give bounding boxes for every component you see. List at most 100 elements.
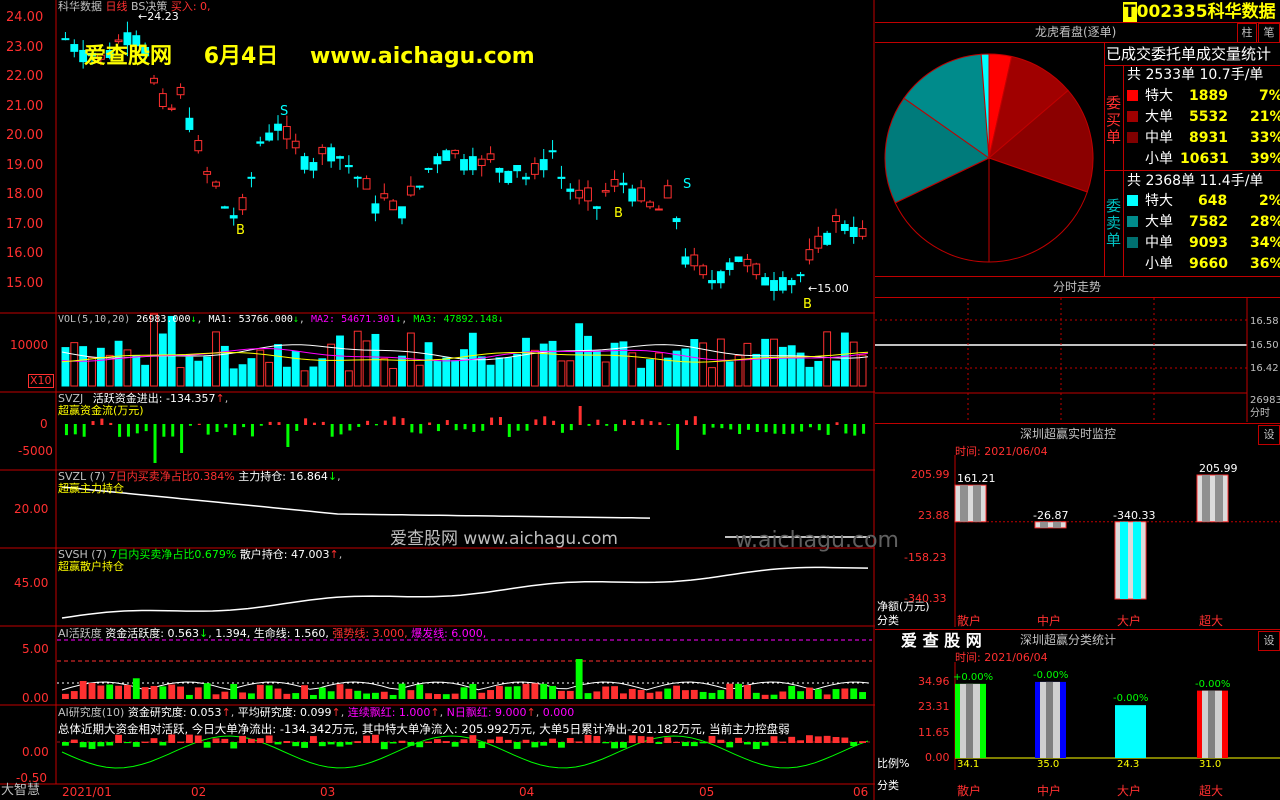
legend-swatch [1127,90,1138,101]
volume-bar [265,361,274,387]
fund-flow-bar [401,418,405,425]
ai-research-cont: 连续飘红: 1.000 [347,706,431,719]
fund-flow-bar [171,424,175,437]
volume-bar [353,330,362,387]
research-bar [336,742,344,747]
research-bar [97,742,105,747]
candle-body [778,277,787,291]
volume-bar [442,357,451,387]
research-bar [469,735,477,743]
volume-bar [167,315,176,387]
svsh-sub: 超赢散户持仓 [58,560,124,573]
legend-swatch [1127,132,1138,143]
ma2-label: MA2: [310,314,336,325]
candle-body [362,178,371,190]
watermark-date: 6月4日 [203,44,279,69]
volume-bar [274,344,282,387]
volume-bar [663,357,672,387]
activity-bar [682,690,689,699]
volume-bar [132,355,141,387]
candle-body [61,38,70,41]
stats-title: 已成交委托单成交量统计 [1106,45,1272,63]
fund-flow-bar [560,424,564,433]
research-bar [203,742,211,748]
candle-body [637,187,646,202]
activity-bar [832,689,840,699]
watermark-grey-text: 爱查股网 www.aichagu.com [390,529,618,549]
ma3-value: 47892.148 [443,314,498,325]
stock-title: T002335科华数据 [1123,2,1276,22]
candle-body [716,271,725,284]
candle-body [256,141,265,144]
volume-bar [513,353,522,387]
ai-active-strong: 强势线: 3.000, [332,627,408,640]
research-bar [363,735,370,743]
volume-bar [504,357,513,387]
vol-unit-badge[interactable]: X10 [28,374,54,388]
period-label[interactable]: 日线 [106,0,128,13]
volume-bar [690,339,699,387]
monitor-value: 161.21 [957,472,996,486]
fund-flow-bar [126,424,130,437]
intraday-chart[interactable] [875,298,1280,423]
fund-flow-bar [463,424,467,430]
main-chart-area[interactable]: 科华数据 日线 BS决策 买入: 0, ←24.23 ←15.00 24.00 2… [0,0,899,800]
monitor-settings-button[interactable]: 设 [1258,425,1280,445]
activity-bar [744,685,751,699]
activity-bar [469,683,477,699]
volume-bar [406,332,415,387]
activity-bar [460,687,468,699]
research-bar [150,738,158,743]
volume-bar [380,358,389,387]
volume-bar [362,340,371,387]
classify-settings-button[interactable]: 设 [1258,631,1280,651]
candle-body [592,206,601,209]
volume-bar [477,356,486,387]
fund-flow-bar [862,424,866,434]
stat-name: 中单 [1145,130,1173,146]
volume-bar [415,364,424,387]
vol-header: VOL(5,10,20) 26983.000↓, MA1: 53766.000↓… [58,314,504,325]
volume-bar [584,335,592,387]
candle-body [495,167,504,173]
buy-total: 共 2533单 10.7手/单 [1127,67,1264,83]
activity-bar [726,683,734,699]
ai-research-last: 0.000 [542,706,575,719]
fund-flow-bar [304,418,308,425]
candle-body [548,150,557,153]
fund-flow-bar [153,424,157,463]
research-bar [380,742,388,750]
activity-bar [62,693,69,699]
pen-mode-button[interactable]: 笔 [1258,23,1280,43]
candle-body [814,235,823,249]
research-bar [814,736,822,743]
candle-body [70,44,79,52]
activity-bar [699,691,707,699]
classify-xlabel: 分类 [877,779,899,792]
activity-bar [327,691,335,699]
watermark-site: 爱查股网 [84,44,173,69]
candle-body [371,203,380,214]
candle-body [805,249,814,261]
volume-bar [814,360,823,387]
activity-bar [106,684,114,699]
stock-name: 科华数据 [1207,2,1276,22]
price-tick: 19.00 [6,157,44,173]
svzl-desc: 7日内买卖净占比0.384% [108,470,235,483]
monitor-ylabel: 净额(万元) [877,600,930,613]
monitor-value: -26.87 [1033,508,1069,522]
ai-research-summary: 总体近期大资金相对活跃, 今日大单净流出: -134.342万元, 其中特大单净… [58,722,790,736]
research-bar [274,742,282,745]
chart-header: 科华数据 日线 BS决策 买入: 0, [58,1,211,13]
volume-bar [460,349,468,387]
classify-brand: 爱 查 股 网 [901,631,982,650]
research-bar [620,742,627,748]
bar-mode-button[interactable]: 柱 [1237,23,1257,43]
activity-bar [380,691,388,699]
classify-ylabel: 比例% [877,757,910,770]
watermark-url: www.aichagu.com [309,44,535,69]
monitor-value: -340.33 [1113,508,1156,522]
research-bar [664,737,672,743]
fund-flow-bar [525,424,529,431]
volume-bar [858,354,867,387]
